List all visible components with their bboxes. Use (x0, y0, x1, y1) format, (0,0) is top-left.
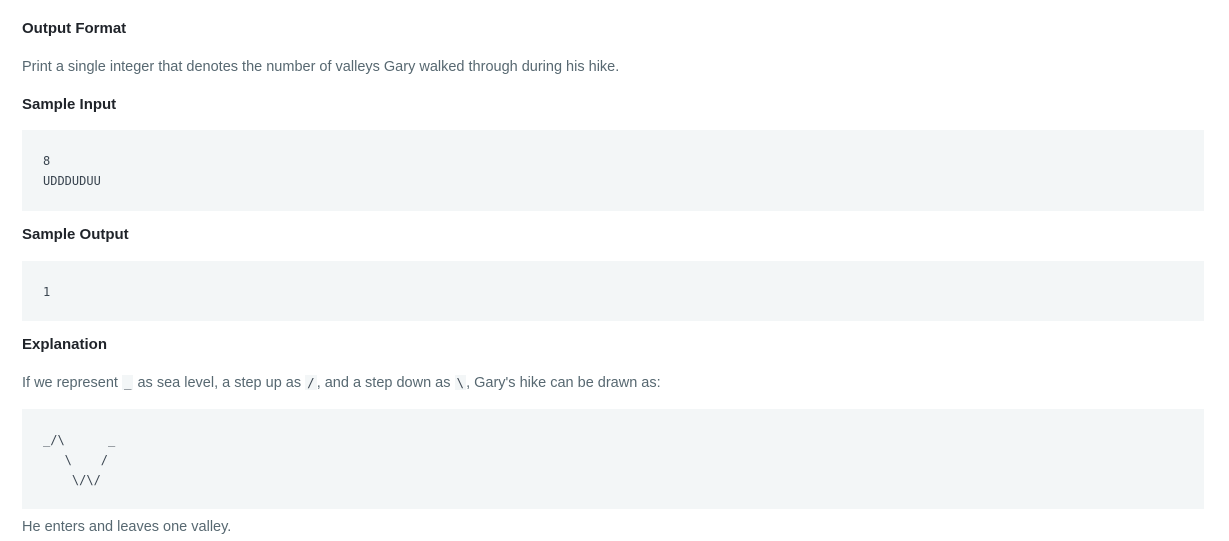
sample-input-code-block: 8 UDDDUDUU (22, 130, 1204, 211)
problem-statement: Output Format Print a single integer tha… (0, 0, 1229, 541)
explanation-text-part: , Gary's hike can be drawn as: (466, 375, 661, 391)
step-down-code: \ (454, 375, 467, 390)
hike-diagram-code-block: _/\ _ \ / \/\/ (22, 409, 1204, 509)
diagram-line: _/\ _ (43, 433, 116, 447)
diagram-line: \ / (43, 453, 109, 467)
sample-input-heading: Sample Input (22, 96, 117, 113)
output-format-heading: Output Format (22, 20, 127, 37)
diagram-line: \/\/ (43, 473, 101, 487)
explanation-text: If we represent _ as sea level, a step u… (22, 374, 661, 392)
output-format-description: Print a single integer that denotes the … (22, 59, 620, 75)
sample-input-line: 8 (43, 154, 51, 168)
explanation-text-part: as sea level, a step up as (133, 375, 306, 391)
sample-input-line: UDDDUDUU (43, 174, 101, 188)
sample-output-code-block: 1 (22, 261, 1204, 321)
sample-output-heading: Sample Output (22, 226, 129, 243)
explanation-text-part: , and a step down as (316, 375, 455, 391)
sea-level-code: _ (121, 375, 134, 390)
explanation-heading: Explanation (22, 336, 108, 353)
sample-output-line: 1 (43, 285, 51, 299)
step-up-code: / (305, 375, 317, 390)
explanation-closing-text: He enters and leaves one valley. (22, 519, 232, 535)
explanation-text-part: If we represent (22, 375, 122, 391)
